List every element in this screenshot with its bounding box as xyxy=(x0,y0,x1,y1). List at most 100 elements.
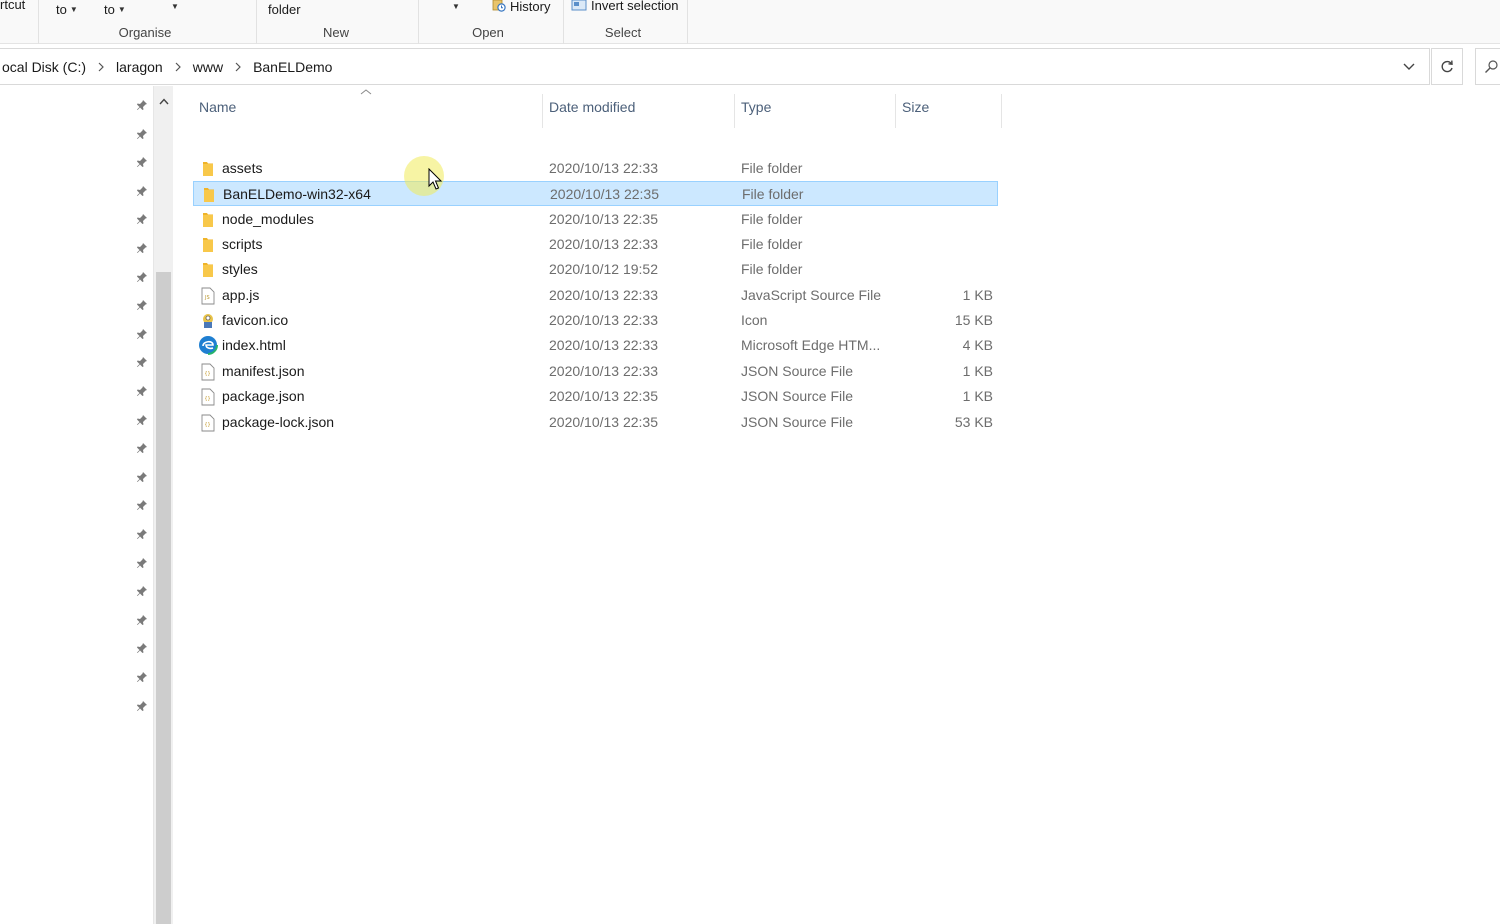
pin-icon[interactable] xyxy=(134,240,150,256)
file-row[interactable]: scripts 2020/10/13 22:33 File folder xyxy=(193,232,998,257)
folder-icon xyxy=(199,160,217,178)
file-size: 1 KB xyxy=(962,388,993,405)
ribbon: rtcut to ▼ to ▼ ▼ Organise folder New ▼ Hi… xyxy=(0,0,1500,44)
mouse-cursor-icon xyxy=(428,168,443,190)
file-date-modified: 2020/10/13 22:33 xyxy=(549,312,658,329)
file-row[interactable]: index.html 2020/10/13 22:33 Microsoft Edge… xyxy=(193,333,998,358)
file-size: 53 KB xyxy=(954,413,993,430)
ribbon-divider xyxy=(687,0,688,44)
pin-icon[interactable] xyxy=(134,526,150,542)
new-group-label: New xyxy=(322,25,350,40)
column-header-name[interactable]: Name xyxy=(193,86,542,128)
address-history-dropdown[interactable] xyxy=(1399,57,1419,77)
chevron-right-icon[interactable] xyxy=(235,62,241,72)
open-dropdown[interactable]: ▼ xyxy=(449,2,460,11)
pin-icon[interactable] xyxy=(134,555,150,571)
pin-icon[interactable] xyxy=(134,669,150,685)
pin-icon[interactable] xyxy=(134,497,150,513)
file-size xyxy=(893,156,993,181)
svg-text:{}: {} xyxy=(205,371,211,377)
pin-icon[interactable] xyxy=(134,126,150,142)
file-name: app.js xyxy=(222,286,260,303)
scroll-up-button[interactable] xyxy=(154,92,173,110)
pin-icon[interactable] xyxy=(134,154,150,170)
json-file-icon: {} xyxy=(199,363,217,381)
new-folder-button[interactable]: folder xyxy=(268,2,301,17)
history-button[interactable]: History xyxy=(492,0,550,15)
breadcrumb-www[interactable]: www xyxy=(191,59,225,75)
file-size xyxy=(893,232,993,257)
scroll-thumb[interactable] xyxy=(156,272,171,924)
file-date-modified: 2020/10/13 22:35 xyxy=(549,388,658,405)
navigation-scrollbar[interactable] xyxy=(153,86,173,924)
organise-more-dropdown[interactable]: ▼ xyxy=(168,2,179,11)
refresh-button[interactable] xyxy=(1431,48,1463,85)
pin-icon[interactable] xyxy=(134,469,150,485)
search-box[interactable] xyxy=(1475,48,1500,85)
pin-icon[interactable] xyxy=(134,612,150,628)
pin-icon[interactable] xyxy=(134,326,150,342)
folder-icon xyxy=(199,211,217,229)
breadcrumb-baneldemo[interactable]: BanELDemo xyxy=(251,59,334,75)
chevron-up-icon xyxy=(158,97,169,104)
file-row[interactable]: {} manifest.json 2020/10/13 22:33 JSON Sour… xyxy=(193,359,998,384)
move-to-button[interactable]: to ▼ xyxy=(56,2,78,17)
pin-icon[interactable] xyxy=(134,440,150,456)
pin-icon[interactable] xyxy=(134,211,150,227)
paste-shortcut-label: rtcut xyxy=(0,0,26,12)
pin-icon[interactable] xyxy=(134,297,150,313)
address-bar[interactable]: ocal Disk (C:) laragon www BanELDemo xyxy=(0,48,1430,85)
move-to-label: to xyxy=(56,2,67,17)
file-row[interactable]: JS app.js 2020/10/13 22:33 JavaScript Sourc… xyxy=(193,283,998,308)
pin-icon[interactable] xyxy=(134,183,150,199)
file-type: JSON Source File xyxy=(741,413,854,430)
chevron-down-icon: ▼ xyxy=(171,2,179,11)
breadcrumb-local-disk[interactable]: ocal Disk (C:) xyxy=(0,59,88,75)
ribbon-divider xyxy=(418,0,419,44)
copy-to-button[interactable]: to ▼ xyxy=(104,2,126,17)
pin-icon[interactable] xyxy=(134,383,150,399)
file-row[interactable]: assets 2020/10/13 22:33 File folder xyxy=(193,156,998,181)
chevron-right-icon[interactable] xyxy=(175,62,181,72)
pin-icon[interactable] xyxy=(134,354,150,370)
column-header-date-modified[interactable]: Date modified xyxy=(543,86,734,128)
column-header-type[interactable]: Type xyxy=(735,86,895,128)
file-size: 1 KB xyxy=(962,286,993,303)
column-header-size[interactable]: Size xyxy=(896,86,1001,128)
chevron-right-icon[interactable] xyxy=(98,62,104,72)
pin-icon[interactable] xyxy=(134,640,150,656)
file-row[interactable]: {} package.json 2020/10/13 22:35 JSON Sourc… xyxy=(193,384,998,409)
svg-text:{}: {} xyxy=(205,396,211,402)
breadcrumb: ocal Disk (C:) laragon www BanELDemo xyxy=(0,49,334,84)
file-name: index.html xyxy=(222,337,286,354)
chevron-down-icon: ▼ xyxy=(117,5,126,14)
file-size: 4 KB xyxy=(962,337,993,354)
file-row[interactable]: styles 2020/10/12 19:52 File folder xyxy=(193,257,998,282)
pin-icon[interactable] xyxy=(134,269,150,285)
pin-icon[interactable] xyxy=(134,698,150,714)
file-row[interactable]: favicon.ico 2020/10/13 22:33 Icon 15 KB xyxy=(193,308,998,333)
file-date-modified: 2020/10/13 22:35 xyxy=(549,210,658,227)
paste-shortcut-button[interactable]: rtcut xyxy=(0,0,25,12)
file-row[interactable]: BanELDemo-win32-x64 2020/10/13 22:35 File … xyxy=(193,181,998,207)
file-name: package-lock.json xyxy=(222,413,335,430)
file-name: package.json xyxy=(222,388,305,405)
pin-icon[interactable] xyxy=(134,583,150,599)
file-date-modified: 2020/10/13 22:33 xyxy=(549,160,658,176)
copy-to-label: to xyxy=(104,2,115,17)
file-date-modified: 2020/10/13 22:33 xyxy=(549,362,658,379)
invert-selection-button[interactable]: Invert selection xyxy=(571,0,678,14)
ribbon-divider xyxy=(563,0,564,44)
invert-selection-label: Invert selection xyxy=(591,0,679,13)
breadcrumb-laragon[interactable]: laragon xyxy=(114,59,165,75)
file-row[interactable]: node_modules 2020/10/13 22:35 File folder xyxy=(193,207,998,232)
column-divider[interactable] xyxy=(1001,94,1002,128)
ribbon-divider xyxy=(38,0,39,44)
file-type: Microsoft Edge HTM... xyxy=(741,337,881,354)
pin-icon[interactable] xyxy=(134,412,150,428)
file-row[interactable]: {} package-lock.json 2020/10/13 22:35 JSON … xyxy=(193,410,998,435)
pin-icon[interactable] xyxy=(134,97,150,113)
history-label: History xyxy=(510,0,551,14)
file-date-modified: 2020/10/13 22:33 xyxy=(549,286,658,303)
json-file-icon: {} xyxy=(199,388,217,406)
